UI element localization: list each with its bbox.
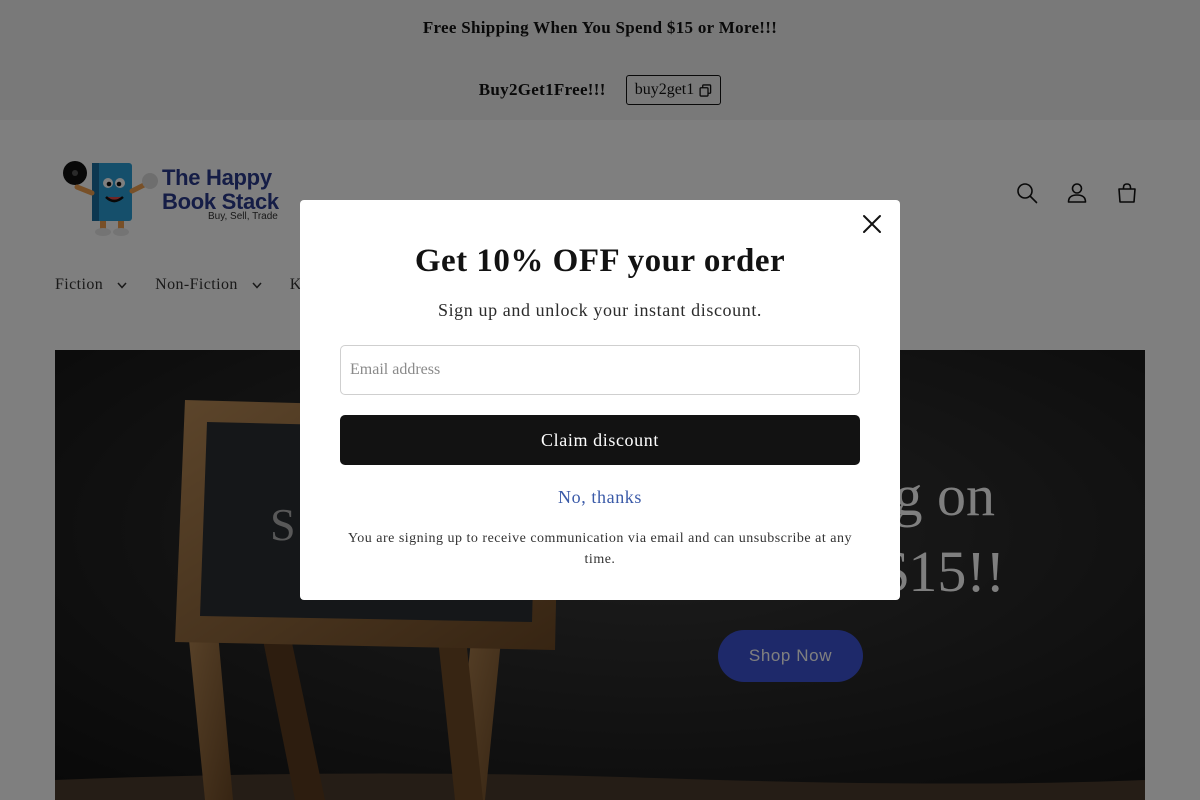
popup-title: Get 10% OFF your order xyxy=(414,243,786,279)
discount-popup: Get 10% OFF your order Sign up and unloc… xyxy=(300,200,900,600)
email-field[interactable] xyxy=(340,345,860,395)
no-thanks-link[interactable]: No, thanks xyxy=(300,487,900,508)
close-icon[interactable] xyxy=(861,213,883,235)
claim-discount-button[interactable]: Claim discount xyxy=(340,415,860,465)
popup-subtitle: Sign up and unlock your instant discount… xyxy=(437,300,763,320)
popup-disclaimer: You are signing up to receive communicat… xyxy=(348,531,852,567)
